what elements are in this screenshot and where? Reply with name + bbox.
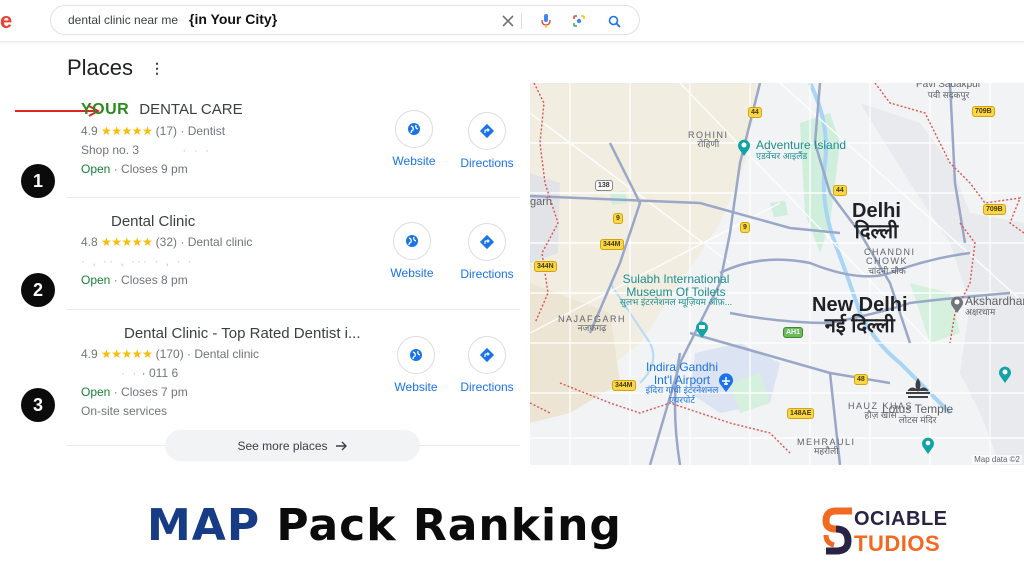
map-poi-adventure-island[interactable]: Adventure Island एडवेंचर आइलैंड	[756, 139, 846, 161]
place-listing-1[interactable]: YOUR DENTAL CARE 4.9 ★★★★★ (17) · Dentist…	[81, 101, 391, 176]
place-listing-3[interactable]: Dental Clinic - Top Rated Dentist i... 4…	[81, 325, 401, 418]
museum-pin-icon[interactable]	[695, 321, 709, 339]
map-poi-lotus-temple[interactable]: Lotus Temple लोटस मंदिर	[882, 403, 953, 425]
road-shield: 148AE	[787, 408, 815, 419]
google-logo[interactable]: e	[0, 8, 12, 34]
map-data-credit[interactable]: Map data ©2	[972, 455, 1022, 464]
globe-icon	[406, 235, 418, 247]
places-heading: Places	[67, 55, 134, 80]
search-query-city: {in Your City}	[189, 11, 278, 27]
website-button[interactable]: Website	[384, 110, 444, 168]
map-area-label: garh	[530, 196, 553, 208]
directions-icon	[479, 347, 495, 363]
address-line: · · · 011 6	[121, 366, 179, 380]
arrow-right-icon	[335, 441, 347, 450]
directions-button[interactable]: Directions	[457, 336, 517, 394]
directions-button[interactable]: Directions	[457, 223, 517, 281]
temple-pin-icon[interactable]	[950, 296, 964, 314]
rating-line: 4.9 ★★★★★ (170) · Dental clinic	[81, 347, 260, 361]
divider	[67, 309, 520, 310]
directions-icon	[479, 234, 495, 250]
globe-icon	[410, 349, 422, 361]
map-poi-sulabh-museum[interactable]: Sulabh International Museum Of Toilets सु…	[616, 273, 736, 308]
map-area-label: NAJAFGARH नजफगढ़	[558, 314, 627, 334]
place-listing-2[interactable]: Dental Clinic 4.8 ★★★★★ (32) · Dental cl…	[81, 213, 391, 287]
place-name[interactable]: Dental Clinic	[81, 213, 391, 230]
search-header: e dental clinic near me {in Your City}	[0, 0, 1024, 42]
road-shield: 9	[740, 222, 750, 233]
lens-icon[interactable]	[569, 11, 589, 31]
road-shield: 709B	[983, 204, 1006, 215]
website-button[interactable]: Website	[382, 222, 442, 280]
map-view[interactable]: Delhi दिल्ली New Delhi नई दिल्ली ROHINI रोह…	[530, 83, 1024, 465]
brand-s-icon	[822, 507, 852, 555]
open-status: Open	[81, 162, 111, 176]
address-line: · , ·· , ··· · , · ·	[81, 254, 194, 268]
road-shield: 138	[595, 180, 613, 191]
search-icon[interactable]	[604, 11, 624, 31]
rank-badge-1: 1	[21, 164, 55, 198]
lotus-temple-icon	[906, 378, 930, 398]
directions-icon	[479, 123, 495, 139]
place-name[interactable]: YOUR DENTAL CARE	[81, 101, 391, 119]
airport-pin-icon[interactable]	[718, 373, 734, 393]
address-line: Shop no. 3 · · ·	[81, 143, 212, 157]
close-icon[interactable]	[498, 11, 518, 31]
place-name[interactable]: Dental Clinic - Top Rated Dentist i...	[81, 325, 401, 342]
rating-line: 4.9 ★★★★★ (17) · Dentist	[81, 124, 226, 138]
star-rating-icon: ★★★★★	[101, 235, 153, 249]
divider	[67, 197, 520, 198]
road-shield: 344N	[534, 261, 557, 272]
globe-icon	[408, 123, 420, 135]
road-shield: 709B	[972, 106, 995, 117]
map-area-label: ROHINI रोहिणी	[688, 130, 729, 150]
star-rating-icon: ★★★★★	[101, 124, 153, 138]
rank-badge-3: 3	[21, 388, 55, 422]
star-rating-icon: ★★★★★	[101, 347, 153, 361]
directions-button[interactable]: Directions	[457, 112, 517, 170]
headline-rest: Pack Ranking	[276, 500, 622, 551]
hours-line: Open · Closes 7 pm	[81, 385, 188, 399]
road-shield: 44	[748, 107, 762, 118]
map-area-label: MEHRAULI महरौली	[797, 437, 856, 457]
screenshot: e dental clinic near me {in Your City} P…	[0, 0, 1024, 576]
map-pin-icon[interactable]	[737, 139, 751, 157]
map-area-label: CHANDNI CHOWK चांदनी चौक	[864, 247, 916, 276]
rating-line: 4.8 ★★★★★ (32) · Dental clinic	[81, 235, 253, 249]
hours-line: Open · Closes 9 pm	[81, 162, 188, 176]
brand-name-bottom: TUDIOS	[854, 531, 941, 556]
road-shield: 48	[854, 374, 868, 385]
your-highlight: YOUR	[81, 101, 130, 118]
website-button[interactable]: Website	[386, 336, 446, 394]
brand-name-top: OCIABLE	[854, 508, 948, 530]
road-shield: 344M	[600, 239, 624, 250]
camera-pin-icon[interactable]	[921, 437, 935, 455]
divider	[521, 13, 522, 29]
headline: MAP Pack Ranking	[147, 500, 622, 551]
map-poi-airport[interactable]: Indira Gandhi Int'l Airport इंदिरा गांधी …	[642, 361, 722, 405]
mic-icon[interactable]	[536, 11, 556, 31]
map-area-label: Pavi Sadakpur पवी सदकपुर	[916, 83, 982, 100]
search-query[interactable]: dental clinic near me	[68, 13, 178, 27]
rank-badge-2: 2	[21, 273, 55, 307]
road-shield: 44	[833, 185, 847, 196]
map-city-label[interactable]: Delhi दिल्ली	[852, 201, 901, 243]
road-shield: AH1	[783, 327, 804, 338]
sociable-studios-logo: OCIABLE TUDIOS	[822, 505, 992, 557]
more-vert-icon[interactable]: ⋮	[150, 60, 164, 77]
search-input[interactable]: dental clinic near me {in Your City}	[50, 5, 640, 35]
hours-line: Open · Closes 8 pm	[81, 273, 188, 287]
map-poi-akshardham[interactable]: Akshardhamअक्षरधाम	[965, 295, 1024, 317]
road-shield: 9	[613, 213, 623, 224]
map-city-label[interactable]: New Delhi नई दिल्ली	[812, 295, 908, 337]
open-status: Open	[81, 273, 111, 287]
services-line: On-site services	[81, 404, 168, 418]
headline-accent: MAP	[147, 500, 261, 551]
map-pin-icon[interactable]	[998, 366, 1012, 384]
see-more-places-button[interactable]: See more places	[165, 430, 420, 461]
open-status: Open	[81, 385, 111, 399]
road-shield: 344M	[612, 380, 636, 391]
